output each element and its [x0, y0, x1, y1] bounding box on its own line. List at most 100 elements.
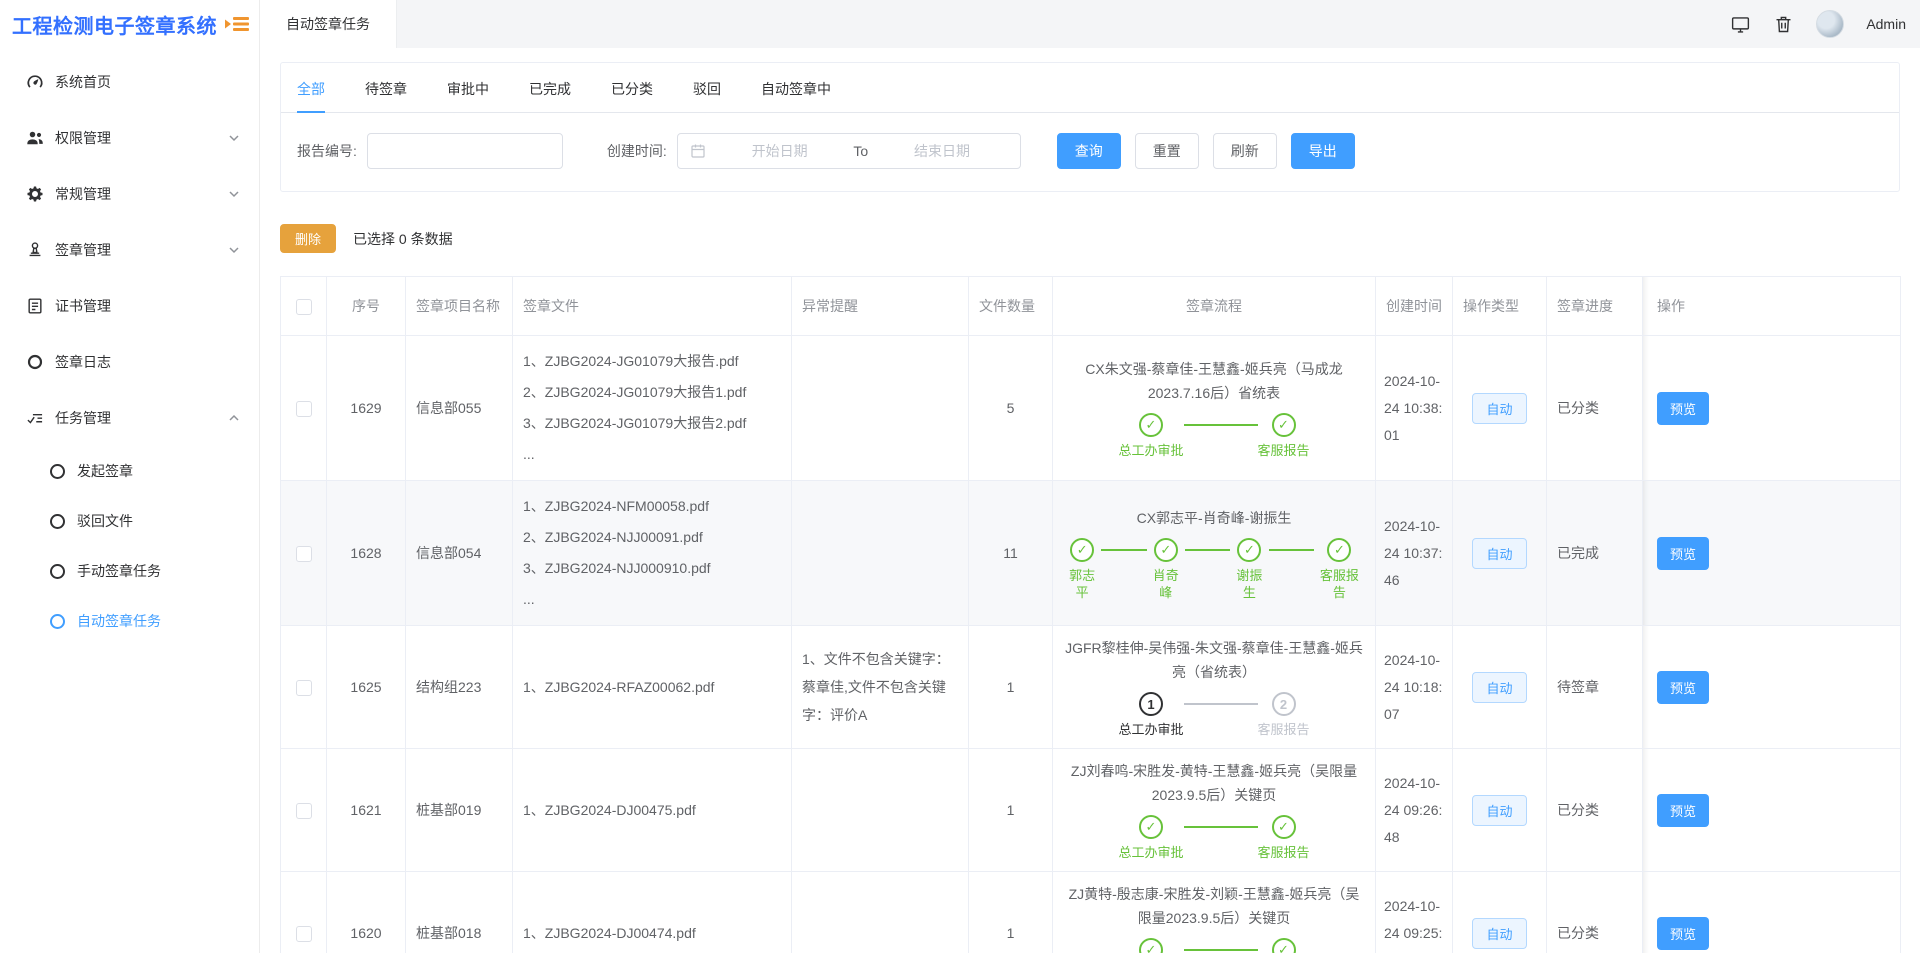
status-tab-待签章[interactable]: 待签章 — [365, 66, 407, 112]
end-date-placeholder[interactable]: 结束日期 — [876, 141, 1008, 161]
row-created-time: 2024-10-24 10:38:01 — [1376, 336, 1453, 481]
row-sign-flow: CX郭志平-肖奇峰-谢振生✓郭志平✓肖奇峰✓谢振生✓客服报告 — [1053, 481, 1376, 626]
calendar-icon — [690, 143, 706, 159]
refresh-button[interactable]: 刷新 — [1213, 133, 1277, 169]
flow-step: ✓谢振生 — [1230, 538, 1268, 601]
status-tab-已完成[interactable]: 已完成 — [529, 66, 571, 112]
chevron-down-icon — [227, 131, 241, 145]
sidebar-collapse-icon[interactable] — [225, 13, 249, 35]
topbar: 自动签章任务 Admin — [260, 0, 1920, 48]
sidebar-item-签章管理[interactable]: 签章管理 — [0, 222, 259, 278]
row-op-type: 自动 — [1453, 336, 1547, 481]
user-avatar[interactable] — [1816, 10, 1844, 38]
monitor-icon[interactable] — [1730, 14, 1751, 35]
file-line: 1、ZJBG2024-JG01079大报告.pdf — [523, 346, 781, 377]
delete-button[interactable]: 删除 — [280, 224, 336, 253]
report-no-input[interactable] — [367, 133, 563, 169]
row-checkbox[interactable] — [296, 680, 312, 696]
sidebar-item-签章日志[interactable]: 签章日志 — [0, 334, 259, 390]
file-line: 1、ZJBG2024-NFM00058.pdf — [523, 491, 781, 522]
row-exception: 1、文件不包含关键字：蔡章佳,文件不包含关键字：评价A — [792, 626, 969, 749]
row-actions: 预览 — [1643, 626, 1901, 749]
file-line: 3、ZJBG2024-JG01079大报告2.pdf — [523, 408, 781, 439]
table-row: 1621桩基部0191、ZJBG2024-DJ00475.pdf1ZJ刘春鸣-宋… — [281, 749, 1901, 872]
sidebar-item-label: 任务管理 — [55, 408, 227, 428]
sidebar-item-任务管理[interactable]: 任务管理 — [0, 390, 259, 446]
sidebar-item-证书管理[interactable]: 证书管理 — [0, 278, 259, 334]
preview-button[interactable]: 预览 — [1657, 537, 1709, 570]
app-layout: 工程检测电子签章系统 系统首页权限管理常规管理签章管理证书管理签章日志任务管理发… — [0, 0, 1920, 953]
auto-badge: 自动 — [1472, 672, 1526, 703]
selected-count-text: 已选择 0 条数据 — [353, 229, 453, 249]
row-created-time: 2024-10-24 10:18:07 — [1376, 626, 1453, 749]
check-icon: ✓ — [1272, 938, 1296, 953]
sidebar-item-常规管理[interactable]: 常规管理 — [0, 166, 259, 222]
preview-button[interactable]: 预览 — [1657, 392, 1709, 425]
flow-title: ZJ黄特-殷志康-宋胜发-刘颖-王慧鑫-姬兵亮（吴限量2023.9.5后）关键页 — [1064, 882, 1364, 930]
flow-step-label: 总工办审批 — [1118, 844, 1183, 861]
sign-flow: ZJ刘春鸣-宋胜发-黄特-王慧鑫-姬兵亮（吴限量2023.9.5后）关键页✓总工… — [1063, 759, 1365, 861]
column-header-操作类型: 操作类型 — [1453, 277, 1547, 336]
sidebar-item-label: 证书管理 — [55, 296, 241, 316]
sidebar-subitem-手动签章任务[interactable]: 手动签章任务 — [0, 546, 259, 596]
row-project-name: 结构组223 — [406, 626, 513, 749]
check-icon: ✓ — [1139, 938, 1163, 953]
row-select-cell — [281, 626, 327, 749]
row-sign-progress: 已分类 — [1547, 336, 1643, 481]
sidebar-item-权限管理[interactable]: 权限管理 — [0, 110, 259, 166]
column-header-序号: 序号 — [327, 277, 406, 336]
query-button[interactable]: 查询 — [1057, 133, 1121, 169]
sidebar-subitem-自动签章任务[interactable]: 自动签章任务 — [0, 596, 259, 646]
trash-icon[interactable] — [1773, 14, 1794, 35]
row-seq: 1620 — [327, 872, 406, 953]
row-sign-progress: 已完成 — [1547, 481, 1643, 626]
date-range-picker[interactable]: 开始日期 To 结束日期 — [677, 133, 1021, 169]
preview-button[interactable]: 预览 — [1657, 794, 1709, 827]
flow-step: ✓总工办审批 — [1118, 413, 1183, 459]
table-row: 1620桩基部0181、ZJBG2024-DJ00474.pdf1ZJ黄特-殷志… — [281, 872, 1901, 953]
check-icon: ✓ — [1327, 538, 1351, 562]
row-seq: 1628 — [327, 481, 406, 626]
sidebar-subitem-发起签章[interactable]: 发起签章 — [0, 446, 259, 496]
flow-connector — [1184, 424, 1258, 426]
sidebar-item-label: 签章日志 — [55, 352, 241, 372]
sidebar-subitem-label: 自动签章任务 — [77, 611, 161, 631]
status-tab-全部[interactable]: 全部 — [297, 66, 325, 112]
table-row: 1625结构组2231、ZJBG2024-RFAZ00062.pdf1、文件不包… — [281, 626, 1901, 749]
row-checkbox[interactable] — [296, 401, 312, 417]
row-seq: 1629 — [327, 336, 406, 481]
table-row: 1629信息部0551、ZJBG2024-JG01079大报告.pdf2、ZJB… — [281, 336, 1901, 481]
flow-step-label: 肖奇峰 — [1147, 567, 1185, 601]
file-line: 2、ZJBG2024-NJJ00091.pdf — [523, 522, 781, 553]
reset-button[interactable]: 重置 — [1135, 133, 1199, 169]
flow-step-label: 客服报告 — [1314, 567, 1365, 601]
row-checkbox[interactable] — [296, 803, 312, 819]
row-file-count: 1 — [969, 626, 1053, 749]
create-time-label: 创建时间: — [607, 141, 667, 161]
status-tab-自动签章中[interactable]: 自动签章中 — [761, 66, 831, 112]
flow-step-label: 总工办审批 — [1118, 442, 1183, 459]
flow-step: ✓ 客服报告 — [1314, 538, 1365, 601]
row-checkbox[interactable] — [296, 926, 312, 942]
sidebar-subitem-驳回文件[interactable]: 驳回文件 — [0, 496, 259, 546]
row-project-name: 桩基部019 — [406, 749, 513, 872]
column-header-操作: 操作 — [1643, 277, 1901, 336]
sidebar-item-系统首页[interactable]: 系统首页 — [0, 54, 259, 110]
status-tab-审批中[interactable]: 审批中 — [447, 66, 489, 112]
preview-button[interactable]: 预览 — [1657, 917, 1709, 950]
status-tab-已分类[interactable]: 已分类 — [611, 66, 653, 112]
row-sign-flow: ZJ刘春鸣-宋胜发-黄特-王慧鑫-姬兵亮（吴限量2023.9.5后）关键页✓总工… — [1053, 749, 1376, 872]
row-op-type: 自动 — [1453, 872, 1547, 953]
flow-connector — [1184, 949, 1258, 951]
row-sign-files: 1、ZJBG2024-NFM00058.pdf2、ZJBG2024-NJJ000… — [513, 481, 792, 626]
preview-button[interactable]: 预览 — [1657, 671, 1709, 704]
status-tab-驳回[interactable]: 驳回 — [693, 66, 721, 112]
select-all-checkbox[interactable] — [296, 299, 312, 315]
start-date-placeholder[interactable]: 开始日期 — [714, 141, 846, 161]
flow-connector — [1269, 549, 1314, 551]
row-checkbox[interactable] — [296, 546, 312, 562]
circle-icon — [50, 564, 65, 579]
export-button[interactable]: 导出 — [1291, 133, 1355, 169]
topbar-tab-auto-sign-task[interactable]: 自动签章任务 — [260, 0, 397, 48]
file-line: 1、ZJBG2024-RFAZ00062.pdf — [523, 672, 781, 703]
